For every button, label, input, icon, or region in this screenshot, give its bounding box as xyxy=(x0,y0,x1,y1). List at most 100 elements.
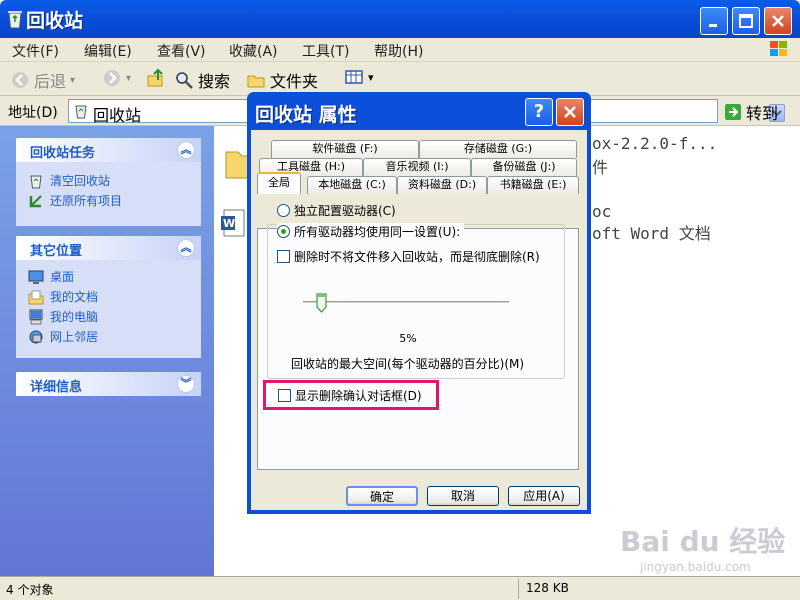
word-document-icon[interactable]: W xyxy=(220,208,248,238)
independent-drives-label: 独立配置驱动器(C) xyxy=(294,204,396,218)
file-2-name[interactable]: oc xyxy=(592,202,611,221)
dialog-close-button[interactable] xyxy=(556,98,584,126)
file-1-name[interactable]: ox-2.2.0-f... xyxy=(592,134,717,153)
apply-button[interactable]: 应用(A) xyxy=(508,486,580,506)
cancel-button[interactable]: 取消 xyxy=(427,486,499,506)
empty-recycle-bin-link[interactable]: 清空回收站 xyxy=(28,172,110,189)
collapse-icon[interactable]: ︽ xyxy=(177,141,195,159)
recycle-bin-small-icon xyxy=(73,103,89,119)
folder-icon xyxy=(247,75,265,88)
tab-drive-g[interactable]: 存储磁盘 (G:) xyxy=(419,140,577,158)
maximize-icon xyxy=(739,14,753,28)
back-button[interactable]: 后退 ▾ xyxy=(10,68,75,92)
network-places-label: 网上邻居 xyxy=(50,330,99,344)
forward-arrow-icon xyxy=(104,70,120,86)
file-1-type: 件 xyxy=(592,158,609,177)
network-places-link[interactable]: 网上邻居 xyxy=(28,328,98,345)
max-size-slider-track[interactable] xyxy=(303,301,509,304)
independent-drives-radio[interactable]: 独立配置驱动器(C) xyxy=(277,202,396,219)
restore-all-link[interactable]: 还原所有项目 xyxy=(28,192,122,209)
max-size-slider-thumb[interactable] xyxy=(316,293,327,313)
maximize-button[interactable] xyxy=(732,7,760,35)
go-button[interactable]: 转到 xyxy=(724,100,778,124)
menu-favorites[interactable]: 收藏(A) xyxy=(229,41,278,61)
same-settings-radio[interactable]: 所有驱动器均使用同一设置(U): xyxy=(277,223,465,240)
folders-button[interactable]: 文件夹 xyxy=(246,68,318,92)
menu-tools[interactable]: 工具(T) xyxy=(302,41,349,61)
restore-all-label: 还原所有项目 xyxy=(50,194,123,208)
tab-drive-e[interactable]: 书籍磁盘 (E:) xyxy=(487,176,579,194)
views-dropdown-icon: ▾ xyxy=(368,70,374,84)
tab-drive-i[interactable]: 音乐视频 (I:) xyxy=(363,158,471,176)
recycle-tasks-panel: 回收站任务 ︽ 清空回收站 还原所有项目 xyxy=(16,138,201,226)
restore-arrow-icon xyxy=(29,194,42,207)
details-title: 详细信息 xyxy=(30,380,83,395)
delete-permanently-checkbox[interactable]: 删除时不将文件移入回收站，而是彻底删除(R) xyxy=(277,248,540,265)
search-icon xyxy=(176,72,193,89)
status-object-count: 4 个对象 xyxy=(6,583,54,597)
windows-logo-icon xyxy=(768,39,790,59)
close-icon xyxy=(564,106,576,118)
other-places-header[interactable]: 其它位置 ︽ xyxy=(16,236,201,260)
go-label: 转到 xyxy=(746,104,779,123)
search-button[interactable]: 搜索 xyxy=(174,68,230,92)
tab-general[interactable]: 全局 xyxy=(257,172,301,194)
expand-icon[interactable]: ︾ xyxy=(177,375,195,393)
baidu-watermark: Bai du 经验 xyxy=(620,525,786,558)
desktop-link[interactable]: 桌面 xyxy=(28,268,74,285)
details-panel: 详细信息 ︾ xyxy=(16,372,201,396)
help-button[interactable]: ? xyxy=(525,98,553,126)
back-label: 后退 xyxy=(34,72,67,91)
menu-edit[interactable]: 编辑(E) xyxy=(84,41,132,61)
slider-percent-value: 5% xyxy=(399,332,417,345)
address-label: 地址(D) xyxy=(8,105,58,121)
baidu-watermark-url: jingyan.baidu.com xyxy=(640,560,751,574)
checkbox-box xyxy=(277,250,290,263)
address-value: 回收站 xyxy=(93,106,142,125)
recycle-bin-small-icon xyxy=(30,175,42,188)
close-button[interactable] xyxy=(764,7,792,35)
title-bar[interactable]: 回收站 xyxy=(0,0,800,38)
folders-label: 文件夹 xyxy=(270,72,319,91)
recycle-tasks-header[interactable]: 回收站任务 ︽ xyxy=(16,138,201,162)
my-computer-link[interactable]: 我的电脑 xyxy=(28,308,98,325)
tab-drive-c[interactable]: 本地磁盘 (C:) xyxy=(307,176,397,194)
recycle-tasks-title: 回收站任务 xyxy=(30,146,96,161)
minimize-button[interactable] xyxy=(700,7,728,35)
dialog-title: 回收站 属性 xyxy=(255,104,357,126)
back-dropdown-icon[interactable]: ▾ xyxy=(70,75,75,86)
collapse-icon[interactable]: ︽ xyxy=(177,239,195,257)
status-divider xyxy=(518,579,519,599)
delete-permanently-label: 删除时不将文件移入回收站，而是彻底删除(R) xyxy=(294,250,540,264)
forward-dropdown-icon[interactable]: ▾ xyxy=(126,73,131,84)
menu-view[interactable]: 查看(V) xyxy=(157,41,206,61)
my-documents-icon xyxy=(28,290,44,304)
up-folder-button[interactable] xyxy=(146,68,166,88)
same-settings-label: 所有驱动器均使用同一设置(U): xyxy=(294,225,461,239)
views-button[interactable]: ▾ xyxy=(344,68,374,86)
my-computer-label: 我的电脑 xyxy=(50,310,99,324)
tab-drive-j[interactable]: 备份磁盘 (J:) xyxy=(471,158,577,176)
search-label: 搜索 xyxy=(198,72,231,91)
my-computer-icon xyxy=(29,309,43,324)
recycle-bin-properties-dialog: 回收站 属性 ? 软件磁盘 (F:) 存储磁盘 (G:) 工具磁盘 (H:) 音… xyxy=(247,92,591,514)
close-icon xyxy=(772,15,784,27)
ok-button[interactable]: 确定 xyxy=(346,486,418,506)
back-arrow-icon xyxy=(12,72,28,88)
task-pane: 回收站任务 ︽ 清空回收站 还原所有项目 其它位置 ︽ 桌面 我的文档 我的电脑 xyxy=(0,126,214,576)
menu-file[interactable]: 文件(F) xyxy=(12,41,59,61)
my-documents-link[interactable]: 我的文档 xyxy=(28,288,98,305)
radio-circle xyxy=(277,204,290,217)
max-space-label: 回收站的最大空间(每个驱动器的百分比)(M) xyxy=(291,357,525,371)
other-places-panel: 其它位置 ︽ 桌面 我的文档 我的电脑 网上邻居 xyxy=(16,236,201,358)
forward-button[interactable]: ▾ xyxy=(102,68,131,88)
tab-drive-f[interactable]: 软件磁盘 (F:) xyxy=(271,140,419,158)
details-header[interactable]: 详细信息 ︾ xyxy=(16,372,201,396)
tab-drive-d[interactable]: 资料磁盘 (D:) xyxy=(397,176,487,194)
toolbar: 后退 ▾ ▾ 搜索 文件夹 ▾ xyxy=(0,62,800,96)
desktop-icon xyxy=(28,270,44,284)
menu-help[interactable]: 帮助(H) xyxy=(374,41,423,61)
recycle-bin-icon xyxy=(6,9,24,29)
minimize-icon xyxy=(709,24,717,27)
svg-text:W: W xyxy=(223,217,235,230)
